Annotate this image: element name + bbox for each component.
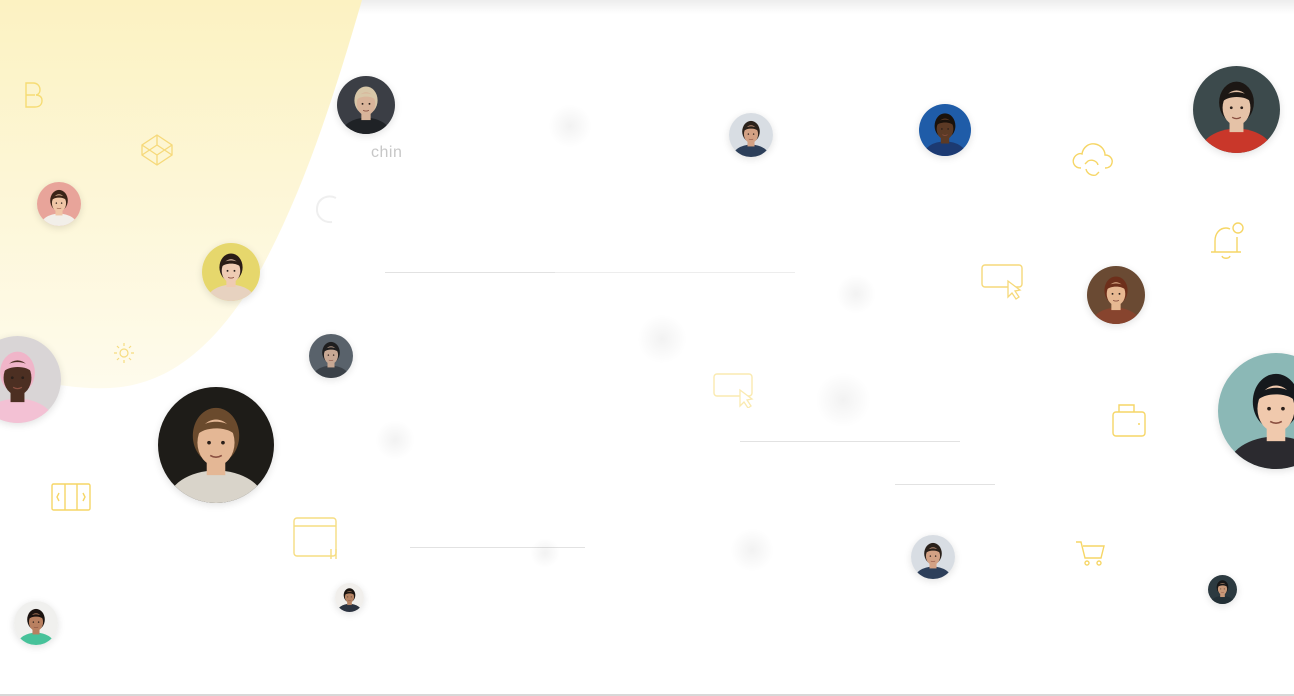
faint-name-label: chin <box>371 144 403 161</box>
avatar-man-pink-bg[interactable] <box>37 182 81 226</box>
avatar-man-dark-hair[interactable] <box>911 535 955 579</box>
avatar-man-blue-bg[interactable] <box>919 104 971 156</box>
ghost-avatar <box>836 274 876 314</box>
avatar-man-green-shirt[interactable] <box>14 601 58 645</box>
sun-icon <box>113 342 135 364</box>
avatar-man-grey-shirt[interactable] <box>309 334 353 378</box>
avatar-woman-yellow-bg[interactable] <box>202 243 260 301</box>
divider-line <box>740 441 960 442</box>
avatar-woman-red-sweater[interactable] <box>1193 66 1280 153</box>
avatar-woman-blonde[interactable] <box>337 76 395 134</box>
loader-icon <box>312 192 344 226</box>
browser-window-icon <box>293 517 339 561</box>
cloud-sync-icon <box>1069 138 1115 184</box>
avatar-man-smoke[interactable] <box>1208 575 1237 604</box>
bell-notification-icon <box>1207 220 1247 264</box>
avatar-man-beard-small[interactable] <box>335 583 364 612</box>
ghost-avatar <box>530 538 560 568</box>
ghost-avatar <box>637 314 687 364</box>
avatar-man-dark-hair[interactable] <box>729 113 773 157</box>
shopping-cart-icon <box>1074 538 1106 568</box>
avatar-woman-black-hat[interactable] <box>1218 353 1294 469</box>
divider-line <box>555 272 795 273</box>
monitor-cursor-icon <box>712 372 758 408</box>
avatar-boy-large[interactable] <box>158 387 274 503</box>
divider-line <box>385 272 555 273</box>
monitor-cursor-icon <box>980 263 1026 301</box>
bootstrap-icon <box>22 80 44 110</box>
avatar-woman-hat[interactable] <box>1087 266 1145 324</box>
codepen-icon <box>139 132 175 168</box>
ghost-avatar <box>375 420 415 460</box>
columns-icon <box>51 483 91 511</box>
ghost-avatar <box>730 528 774 572</box>
ghost-avatar <box>815 372 871 428</box>
divider-line <box>895 484 995 485</box>
wallet-icon <box>1110 402 1148 438</box>
ghost-avatar <box>548 104 592 148</box>
